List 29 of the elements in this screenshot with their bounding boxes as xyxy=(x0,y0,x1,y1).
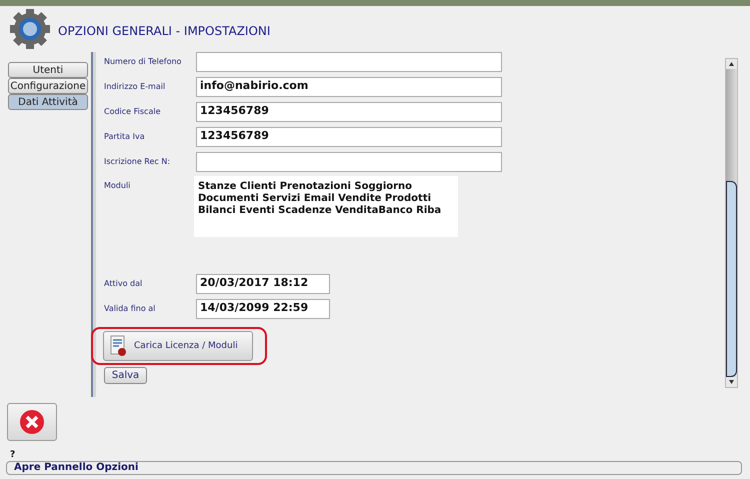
close-button[interactable] xyxy=(7,403,57,441)
tab[interactable]: Utenti xyxy=(8,62,88,78)
help-mark: ? xyxy=(10,450,16,460)
field-label: Numero di Telefono xyxy=(104,56,182,66)
field-label: Valida fino al xyxy=(104,303,156,313)
input-field[interactable] xyxy=(196,52,502,72)
load-license-button[interactable]: Carica Licenza / Moduli xyxy=(103,331,253,361)
status-bar: Apre Pannello Opzioni xyxy=(6,461,742,475)
field-label: Iscrizione Rec N: xyxy=(104,156,172,166)
field-label: Attivo dal xyxy=(104,278,144,288)
input-field[interactable]: 123456789 xyxy=(196,102,502,122)
certificate-icon xyxy=(110,335,128,357)
date-field[interactable]: 14/03/2099 22:59 xyxy=(196,299,330,319)
input-field[interactable] xyxy=(196,152,502,172)
scrollbar[interactable] xyxy=(725,58,738,388)
field-label: Indirizzo E-mail xyxy=(104,81,166,91)
gear-icon xyxy=(8,8,52,50)
date-field[interactable]: 20/03/2017 18:12 xyxy=(196,274,330,294)
save-button[interactable]: Salva xyxy=(104,367,147,384)
input-field[interactable]: info@nabirio.com xyxy=(196,77,502,97)
field-label: Codice Fiscale xyxy=(104,106,162,116)
window-title: OPZIONI GENERALI - IMPOSTAZIONI xyxy=(58,24,270,38)
input-field[interactable]: 123456789 xyxy=(196,127,502,147)
close-icon xyxy=(19,409,45,435)
field-label: Partita Iva xyxy=(104,131,146,141)
field-label: Moduli xyxy=(104,180,132,190)
modules-list: Stanze Clienti Prenotazioni Soggiorno Documenti Servizi Email Vendite Prodotti Bilanci Eventi Scadenze VenditaBanco Riba xyxy=(194,176,458,237)
tab[interactable]: Configurazione xyxy=(8,78,88,94)
tab[interactable]: Dati Attività xyxy=(8,94,88,110)
